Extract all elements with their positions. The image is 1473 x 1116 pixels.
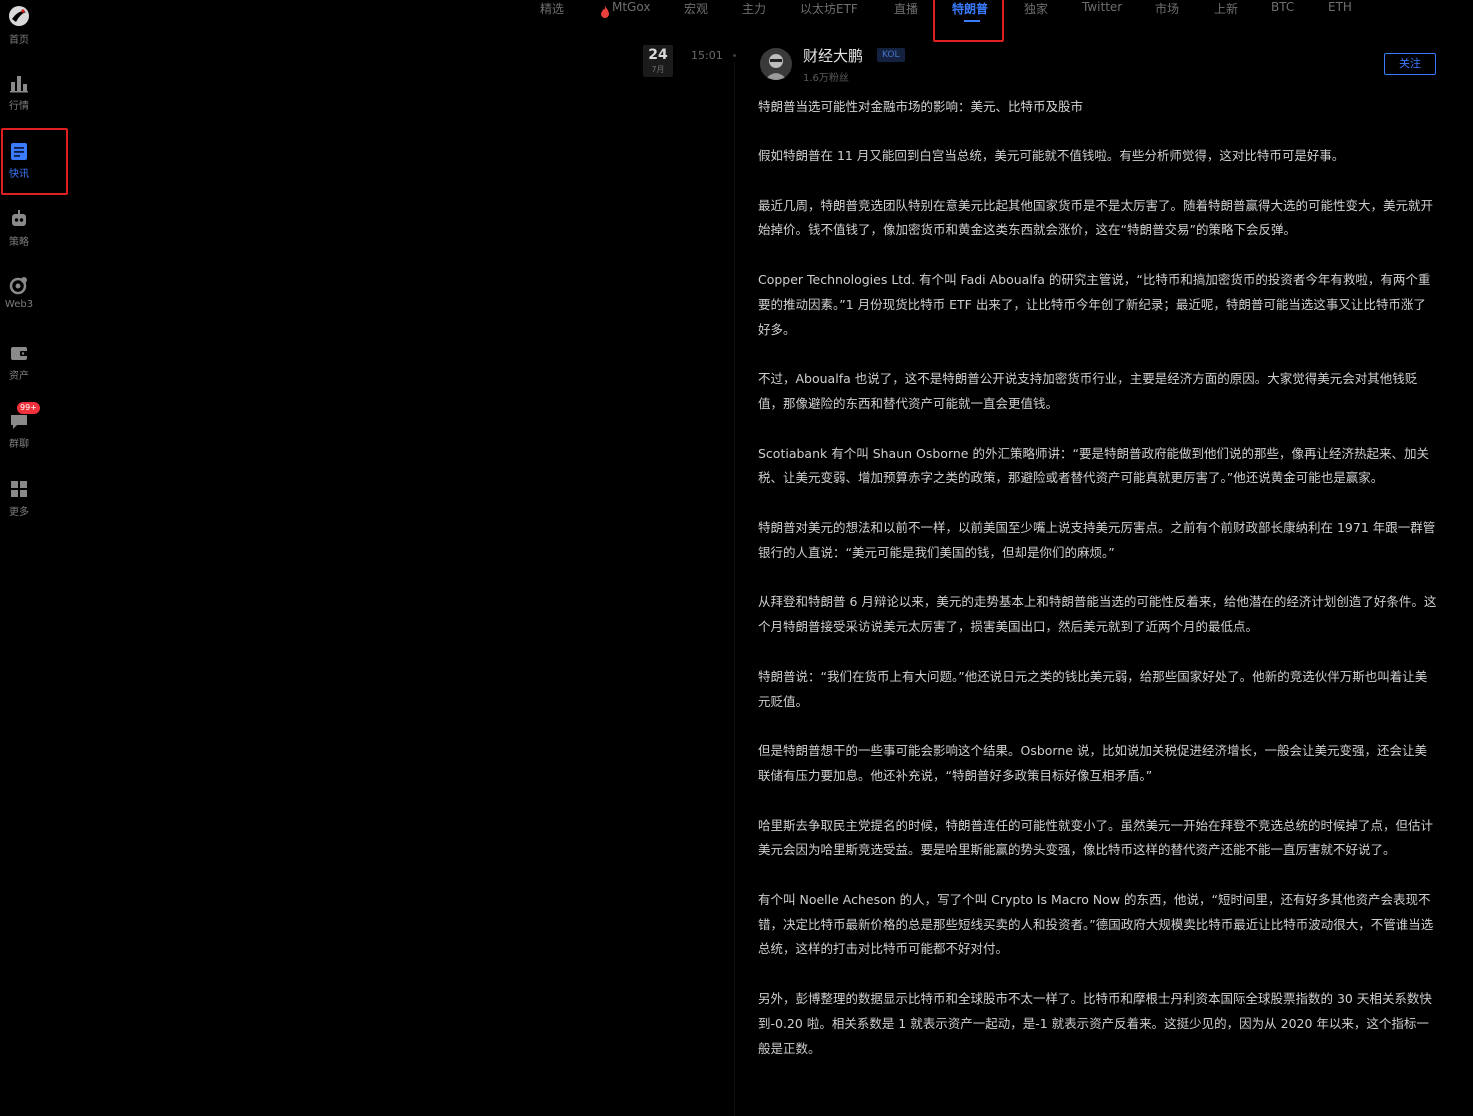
date-badge: 24 7月	[643, 45, 673, 77]
news-article: 特朗普当选可能性对金融市场的影响：美元、比特币及股市 假如特朗普在 11 月又能…	[758, 95, 1438, 1061]
robot-icon	[12, 210, 26, 226]
article-paragraph: 有个叫 Noelle Acheson 的人，写了个叫 Crypto Is Mac…	[758, 892, 1434, 957]
sidebar-item-label: 资产	[9, 371, 29, 382]
tab-main-force[interactable]: 主力	[742, 0, 766, 17]
article-paragraph: 特朗普对美元的想法和以前不一样，以前美国至少嘴上说支持美元厉害点。之前有个前财政…	[758, 520, 1436, 560]
unread-badge: 99+	[17, 402, 40, 414]
sidebar-highlight-box	[1, 128, 68, 195]
timeline-dot	[733, 54, 736, 57]
tab-live[interactable]: 直播	[894, 0, 918, 17]
tab-eth-etf[interactable]: 以太坊ETF	[800, 0, 858, 17]
fire-icon	[600, 3, 610, 22]
grid-icon	[11, 481, 27, 497]
article-paragraph: 但是特朗普想干的一些事可能会影响这个结果。Osborne 说，比如说加关税促进经…	[758, 743, 1427, 783]
sidebar-item-label: 策略	[9, 237, 29, 248]
article-paragraph: 特朗普说：“我们在货币上有大问题。”他还说日元之类的钱比美元弱，给那些国家好处了…	[758, 668, 1428, 709]
article-paragraph: 哈里斯去争取民主党提名的时候，特朗普连任的可能性就变小了。虽然美元一开始在拜登不…	[758, 817, 1434, 858]
article-paragraph: 假如特朗普在 11 月又能回到白宫当总统，美元可能就不值钱啦。有些分析师觉得，这…	[758, 148, 1345, 163]
sidebar-item-label: 群聊	[9, 439, 29, 450]
article-paragraph: 从拜登和特朗普 6 月辩论以来，美元的走势基本上和特朗普能当选的可能性反着来，给…	[758, 594, 1437, 635]
sidebar-item-strategy[interactable]: 策略	[0, 208, 38, 262]
tab-twitter[interactable]: Twitter	[1082, 0, 1122, 14]
home-logo-icon	[9, 6, 29, 26]
article-paragraph: 最近几周，特朗普竞选团队特别在意美元比起其他国家货币是不是太厉害了。随着特朗普赢…	[758, 197, 1434, 238]
sidebar-item-group-chat[interactable]: 99+ 群聊	[0, 402, 40, 464]
article-paragraph: Scotiabank 有个叫 Shaun Osborne 的外汇策略师讲：“要是…	[758, 445, 1429, 486]
tab-market[interactable]: 市场	[1155, 0, 1179, 17]
follow-button[interactable]: 关注	[1384, 53, 1436, 75]
wallet-icon	[11, 347, 28, 360]
sidebar-item-label: 首页	[9, 35, 29, 46]
sidebar-item-label: 行情	[9, 101, 29, 112]
date-month: 7月	[651, 65, 665, 74]
kol-badge: KOL	[877, 48, 905, 62]
tab-featured[interactable]: 精选	[540, 0, 564, 17]
sidebar-item-market[interactable]: 行情	[0, 72, 38, 126]
tab-macro[interactable]: 宏观	[684, 0, 708, 17]
web3-icon	[9, 277, 27, 295]
tab-mtgox[interactable]: MtGox	[612, 0, 650, 14]
sidebar-item-more[interactable]: 更多	[0, 478, 38, 532]
article-paragraph: 不过，Aboualfa 也说了，这不是特朗普公开说支持加密货币行业，主要是经济方…	[758, 371, 1418, 411]
app-window: 首页 行情 快讯 策略 Web3 资产 99+ 群聊 更多 精选 MtGox 宏…	[0, 0, 1473, 1116]
author-fans-count: 1.6万粉丝	[803, 73, 849, 84]
date-day: 24	[648, 47, 668, 63]
sidebar-item-label: 更多	[9, 507, 29, 518]
tab-exclusive[interactable]: 独家	[1024, 0, 1048, 17]
tab-eth[interactable]: ETH	[1328, 0, 1352, 14]
tab-highlight-box	[933, 0, 1004, 42]
article-paragraph: Copper Technologies Ltd. 有个叫 Fadi Aboual…	[758, 272, 1431, 337]
sidebar-item-label: Web3	[4, 299, 34, 310]
post-time: 15:01	[691, 49, 723, 62]
sidebar: 首页 行情 快讯 策略 Web3 资产 99+ 群聊 更多	[0, 0, 68, 1116]
article-title: 特朗普当选可能性对金融市场的影响：美元、比特币及股市	[758, 99, 1084, 114]
sidebar-item-home[interactable]: 首页	[0, 3, 38, 57]
author-avatar[interactable]	[760, 48, 792, 80]
bar-chart-icon	[10, 76, 28, 93]
timeline-line	[734, 62, 735, 1116]
tab-new-listing[interactable]: 上新	[1214, 0, 1238, 17]
sidebar-item-web3[interactable]: Web3	[0, 274, 38, 328]
article-paragraph: 另外，彭博整理的数据显示比特币和全球股市不太一样了。比特币和摩根士丹利资本国际全…	[758, 991, 1432, 1056]
tab-btc[interactable]: BTC	[1271, 0, 1294, 14]
author-name[interactable]: 财经大鹏	[803, 45, 863, 66]
sidebar-item-assets[interactable]: 资产	[0, 342, 38, 396]
